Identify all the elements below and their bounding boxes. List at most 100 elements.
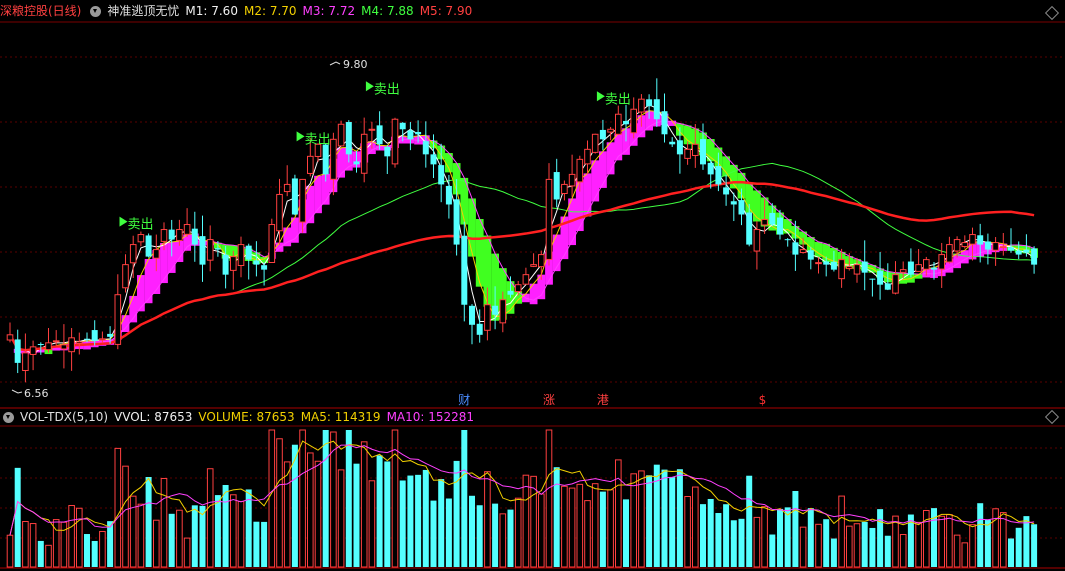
candle-body	[807, 250, 814, 260]
vol-indicator-dropdown-icon[interactable]	[3, 411, 14, 423]
stock-chart[interactable]: 卖出卖出卖出卖出 财涨港 $ 9.80 6.56	[0, 0, 1065, 571]
candle-body	[514, 284, 522, 293]
candle-body	[877, 270, 884, 285]
volume-bar	[1008, 538, 1014, 567]
candle-body	[345, 122, 352, 155]
volume-bar	[222, 484, 229, 567]
m2-value: M2: 7.70	[243, 4, 297, 18]
candle-body	[984, 241, 991, 250]
candle-body	[114, 294, 122, 345]
candle-body	[438, 165, 445, 185]
candle-body	[176, 229, 183, 241]
volume-bar	[561, 485, 568, 568]
volume-bar	[522, 474, 530, 568]
volume-bar	[568, 487, 576, 568]
candle-body	[784, 239, 791, 241]
candle-body	[591, 133, 599, 153]
candle-body	[669, 141, 676, 145]
volume-bar	[214, 495, 221, 567]
volume-bar	[607, 489, 614, 568]
volume-bar	[1000, 512, 1007, 568]
candle-body	[399, 122, 406, 130]
candle-body	[769, 212, 776, 225]
candle-body	[353, 161, 360, 165]
volume-bar	[938, 515, 946, 568]
vol-indicator-name[interactable]: VOL-TDX(5,10)	[20, 408, 108, 426]
candle-body	[522, 274, 530, 285]
volume-bar	[91, 540, 98, 567]
volume-bar	[746, 475, 753, 567]
candle-body	[376, 125, 383, 145]
volume-bar	[137, 503, 145, 568]
volume-bar	[52, 519, 60, 568]
candle-body	[14, 339, 21, 363]
volume-bar	[761, 506, 768, 568]
candle-body	[653, 99, 660, 120]
ribbon-block	[591, 160, 600, 202]
indicator-name-label[interactable]: 神准逃顶无忧	[107, 2, 179, 20]
candle-body	[60, 344, 68, 350]
volume-bar	[160, 477, 168, 568]
candle-body	[915, 264, 922, 272]
high-price-label: 9.80	[343, 58, 368, 71]
candle-body	[145, 235, 152, 257]
candle-body	[168, 229, 175, 240]
candle-body	[276, 193, 283, 232]
ribbon-block	[314, 175, 322, 214]
candle-body	[561, 183, 568, 195]
volume-bar	[738, 518, 745, 567]
sell-label: 卖出	[605, 92, 631, 107]
indicator-dropdown-icon[interactable]	[90, 5, 102, 17]
volume-bar	[777, 508, 783, 567]
volume-bar	[545, 429, 553, 568]
candle-body	[838, 259, 845, 280]
volume-bar	[283, 461, 291, 568]
candle-body	[415, 131, 422, 135]
volume-bar	[368, 480, 376, 568]
candle-body	[484, 304, 491, 331]
candle-body	[337, 123, 345, 147]
candlestick-series	[6, 78, 1038, 383]
candle-body	[492, 305, 499, 315]
candle-body	[953, 239, 961, 252]
candle-body	[777, 217, 783, 235]
candle-body	[183, 224, 191, 235]
volume-bar	[107, 521, 114, 567]
volume-bar	[861, 521, 868, 567]
volume-bar	[206, 468, 214, 568]
candle-body	[861, 261, 868, 273]
candle-body	[615, 113, 622, 135]
volume-bar	[715, 513, 722, 567]
volume-bar	[576, 483, 584, 568]
candle-body	[568, 173, 576, 187]
candle-body	[830, 261, 837, 270]
m1-value: M1: 7.60	[185, 4, 238, 18]
candle-body	[137, 234, 145, 243]
volume-bar	[514, 497, 522, 568]
candle-body	[461, 235, 468, 305]
volume-bar	[183, 537, 191, 568]
vvol-value: VVOL: 87653	[114, 410, 193, 424]
candle-body	[853, 264, 861, 275]
volume-bar	[45, 544, 52, 568]
volume-bar	[961, 542, 969, 568]
volume-bar	[499, 513, 507, 568]
sell-label: 卖出	[305, 132, 331, 147]
volume-bar	[899, 534, 907, 568]
volume-bar	[345, 430, 352, 567]
candle-body	[476, 323, 483, 335]
candle-body	[22, 352, 29, 371]
candle-body	[684, 148, 691, 159]
candle-body	[969, 234, 976, 245]
candle-body	[992, 242, 999, 251]
volume-bar	[261, 521, 268, 567]
volume-bar	[114, 447, 122, 568]
volume-bar	[6, 534, 14, 568]
candle-body	[29, 346, 37, 355]
candle-body	[730, 201, 737, 205]
ribbon-block	[683, 125, 692, 145]
candle-body	[52, 340, 60, 343]
candle-body	[869, 278, 876, 280]
candle-body	[45, 342, 52, 351]
candle-body	[1023, 249, 1030, 253]
